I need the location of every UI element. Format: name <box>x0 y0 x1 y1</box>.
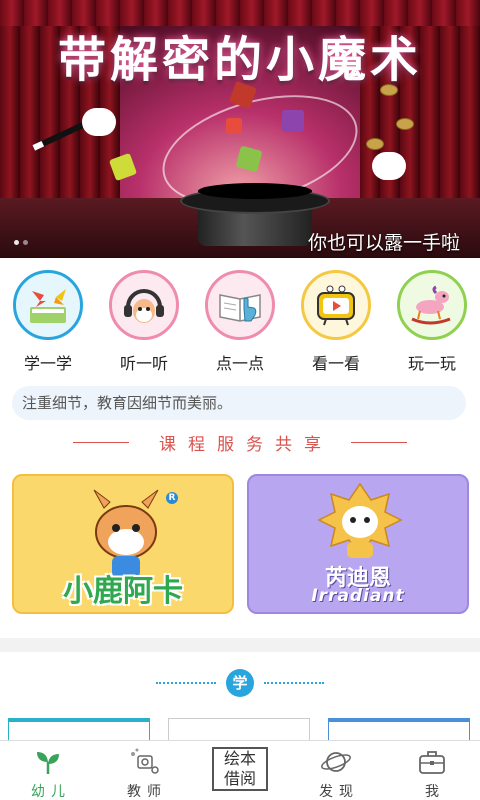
dotted-line <box>156 682 216 684</box>
tab-discover[interactable]: 发现 <box>288 741 384 800</box>
category-learn[interactable]: 学一学 <box>0 270 96 376</box>
content-thumbnail[interactable] <box>8 718 150 742</box>
briefcase-icon <box>415 747 449 777</box>
learn-header: 学 <box>0 668 480 698</box>
tab-me[interactable]: 我 <box>384 741 480 800</box>
picture-book-box: 绘本 借阅 <box>212 747 268 791</box>
gift-purple-icon <box>282 110 304 132</box>
coin-icon <box>366 138 384 150</box>
category-label: 玩一玩 <box>407 354 456 373</box>
tab-teacher[interactable]: 教师 <box>96 741 192 800</box>
category-play[interactable]: 玩一玩 <box>384 270 480 376</box>
category-nav: 学一学 听一听 点一点 看一看 玩一玩 <box>0 270 480 376</box>
category-label: 看一看 <box>311 354 360 373</box>
tab-label: 我 <box>425 784 445 800</box>
content-thumbnail[interactable] <box>168 718 310 742</box>
section-header: 课程服务共享 <box>0 430 480 455</box>
card-xiaolu-aka[interactable]: R 小鹿阿卡 <box>12 474 234 614</box>
registered-badge: R <box>168 493 176 503</box>
tab-children[interactable]: 幼儿 <box>0 741 96 800</box>
category-tap[interactable]: 点一点 <box>192 270 288 376</box>
rocking-horse-icon <box>397 270 467 340</box>
tab-picture-book[interactable]: 绘本 借阅 <box>192 741 288 800</box>
notice-bar[interactable]: 注重细节，教育因细节而美丽。 <box>12 386 466 420</box>
glove-left-icon <box>82 108 116 136</box>
headphones-deer-icon <box>109 270 179 340</box>
dotted-line <box>264 682 324 684</box>
content-thumbnail[interactable] <box>328 718 470 742</box>
section-divider <box>0 638 480 652</box>
card-brand-sub: Irradiant <box>311 586 405 606</box>
divider-line <box>73 441 129 443</box>
planet-icon <box>319 747 353 777</box>
butterfly-book-icon <box>13 270 83 340</box>
carousel-dot[interactable] <box>14 240 19 245</box>
divider-line <box>351 441 407 443</box>
card-irradiant[interactable]: 芮迪恩 Irradiant <box>247 474 469 614</box>
tab-label: 发现 <box>319 784 359 800</box>
category-label: 学一学 <box>23 354 72 373</box>
category-label: 听一听 <box>119 354 168 373</box>
card-brand-label: 小鹿阿卡 <box>63 574 183 609</box>
carousel-dots <box>14 240 28 245</box>
bottom-tab-bar: 幼儿 教师 绘本 借阅 发现 我 <box>0 740 480 800</box>
tab-label: 幼儿 <box>31 784 71 800</box>
magic-hat-opening <box>198 183 312 199</box>
gift-small-icon <box>226 118 242 134</box>
category-label: 点一点 <box>215 354 264 373</box>
tab-label-line2: 借阅 <box>223 769 256 788</box>
carousel-dot[interactable] <box>23 240 28 245</box>
teacher-icon <box>127 747 161 777</box>
banner-title: 带解密的小魔术 <box>57 32 422 88</box>
learn-badge: 学 <box>226 669 254 697</box>
glove-right-icon <box>372 152 406 180</box>
tab-label: 教师 <box>127 784 167 800</box>
tab-label-line1: 绘本 <box>223 749 256 768</box>
promo-banner[interactable]: 带解密的小魔术 你也可以露一手啦 <box>0 0 480 258</box>
section-title: 课程服务共享 <box>159 434 333 455</box>
tv-play-icon <box>301 270 371 340</box>
sprout-icon <box>31 747 65 777</box>
pointing-book-icon <box>205 270 275 340</box>
category-watch[interactable]: 看一看 <box>288 270 384 376</box>
category-listen[interactable]: 听一听 <box>96 270 192 376</box>
banner-caption: 你也可以露一手啦 <box>307 232 460 254</box>
coin-icon <box>396 118 414 130</box>
